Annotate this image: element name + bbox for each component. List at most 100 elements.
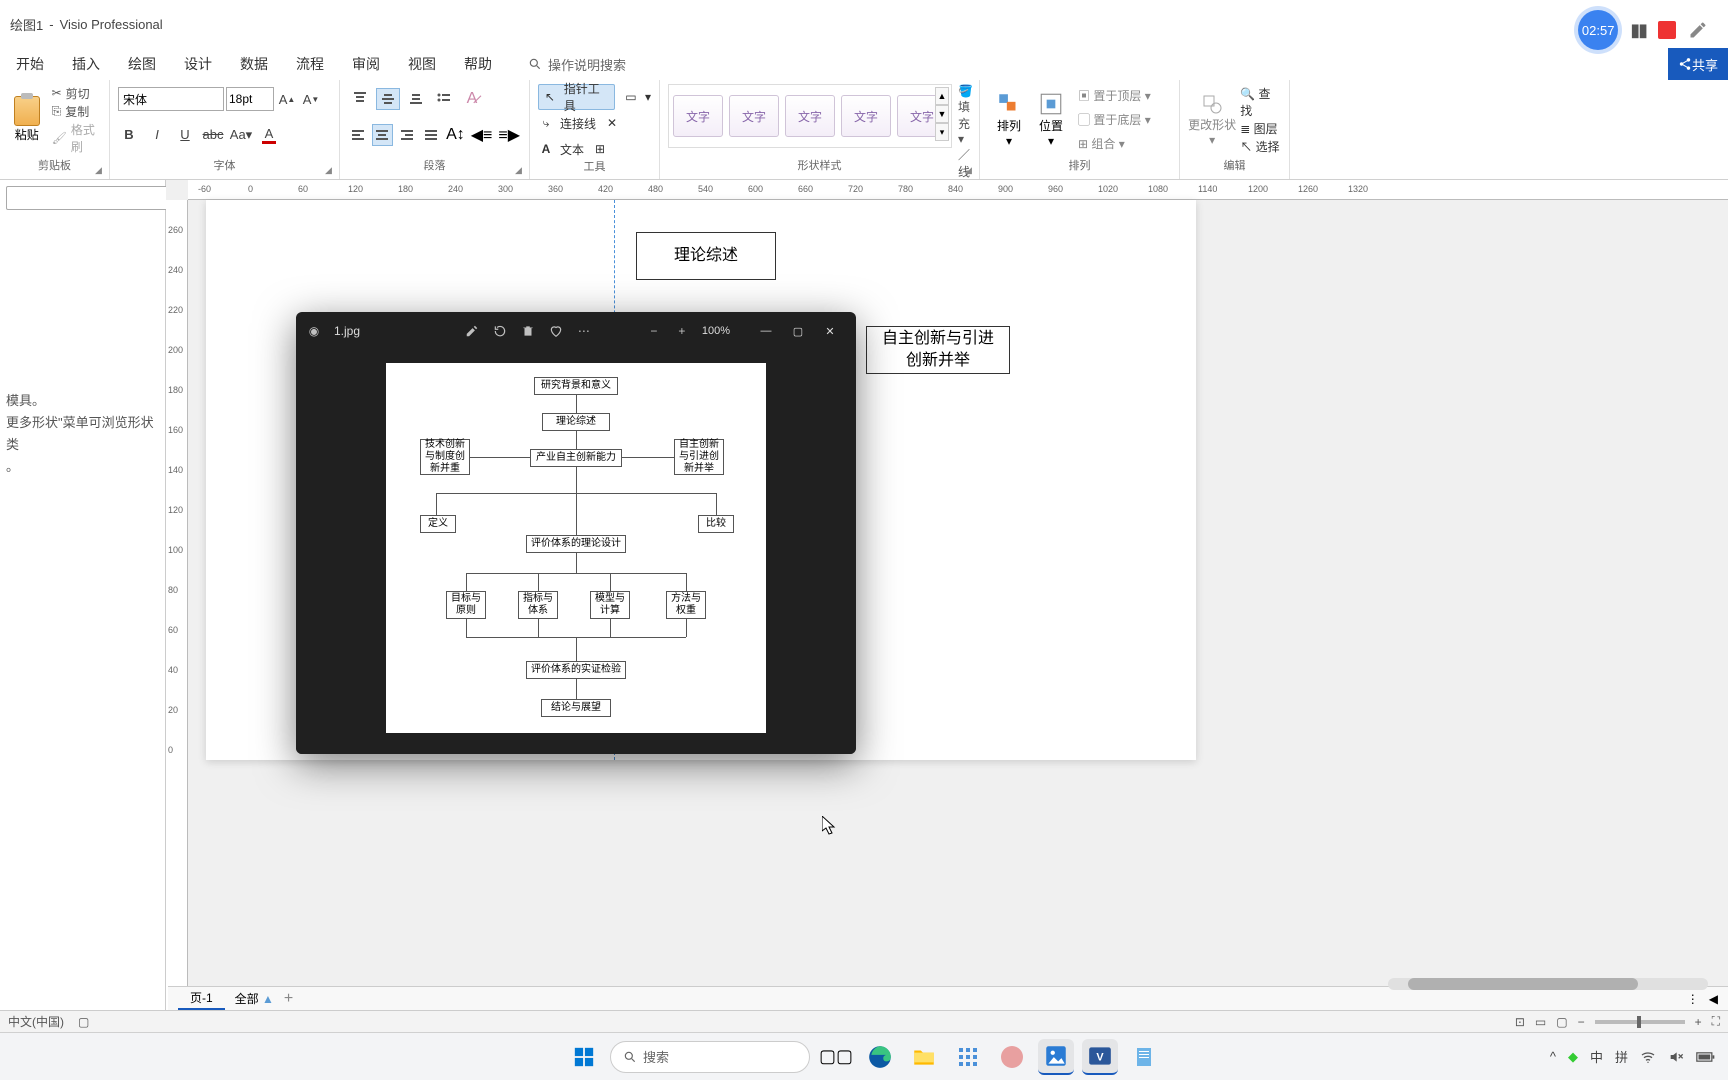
clear-format-button[interactable]: A̷ [460,88,484,110]
align-bottom-button[interactable] [404,88,428,110]
edit-icon[interactable] [464,323,480,339]
battery-icon[interactable] [1696,1051,1716,1063]
zoom-in-button[interactable]: + [1695,1015,1702,1029]
photos-taskbar-icon[interactable] [1038,1039,1074,1075]
maximize-button[interactable]: ▢ [782,317,814,345]
font-name-select[interactable] [118,87,224,111]
tab-view[interactable]: 视图 [396,50,448,78]
photos-titlebar[interactable]: ◉ 1.jpg ⋯ − + 100% — ▢ ✕ [296,312,856,350]
zoom-out-button[interactable]: − [1578,1015,1585,1029]
arrange-button[interactable]: 排列▾ [988,84,1030,155]
shapes-search-input[interactable] [6,186,171,210]
start-button[interactable] [566,1039,602,1075]
align-middle-button[interactable] [376,88,400,110]
justify-button[interactable] [421,124,441,146]
style-thumb[interactable]: 文字 [841,95,891,137]
align-center-button[interactable] [372,124,392,146]
tray-app-icon[interactable]: ◆ [1568,1049,1578,1065]
find-button[interactable]: 🔍 查找 [1240,85,1281,119]
bring-front-button[interactable]: ▣ 置于顶层 ▾ [1078,87,1151,104]
zoom-out-icon[interactable]: − [646,323,662,339]
tray-chevron-icon[interactable]: ^ [1550,1049,1556,1064]
scroll-left-icon[interactable]: ◀ [1709,992,1718,1006]
font-size-select[interactable] [226,87,274,111]
style-thumb[interactable]: 文字 [785,95,835,137]
full-screen-icon[interactable]: ⛶ [1712,1014,1720,1029]
pencil-icon[interactable] [1688,20,1708,40]
strikethrough-button[interactable]: abc [202,124,224,146]
tab-process[interactable]: 流程 [284,50,336,78]
styles-gallery[interactable]: 文字 文字 文字 文字 文字 ▲▼▾ [668,84,952,148]
text-direction-button[interactable]: A↕ [445,124,466,146]
paste-button[interactable]: 粘贴 [8,84,46,155]
fit-width-icon[interactable]: ▭ [1535,1015,1546,1029]
rectangle-tool-button[interactable]: ▭▾ [623,84,651,110]
group-button[interactable]: ⊞ 组合 ▾ [1078,135,1151,152]
italic-button[interactable]: I [146,124,168,146]
font-color-button[interactable]: A [258,124,280,146]
style-thumb[interactable]: 文字 [673,95,723,137]
paragraph-launcher-icon[interactable]: ◢ [515,165,527,177]
tab-insert[interactable]: 插入 [60,50,112,78]
record-macro-icon[interactable]: ▢ [78,1015,89,1029]
gallery-scroll[interactable]: ▲▼▾ [935,87,949,141]
rotate-icon[interactable] [492,323,508,339]
shape-box[interactable]: 理论综述 [636,232,776,280]
close-button[interactable]: ✕ [814,317,846,345]
style-thumb[interactable]: 文字 [729,95,779,137]
volume-icon[interactable] [1668,1049,1684,1065]
tab-help[interactable]: 帮助 [452,50,504,78]
increase-indent-button[interactable]: ≡▶ [497,124,521,146]
notepad-icon[interactable] [1126,1039,1162,1075]
stop-icon[interactable] [1658,21,1676,39]
edge-icon[interactable] [862,1039,898,1075]
add-page-button[interactable]: + [284,990,293,1008]
delete-tool-button[interactable]: ✕ [604,110,620,136]
zoom-in-icon[interactable]: + [674,323,690,339]
decrease-indent-button[interactable]: ◀≡ [470,124,494,146]
app-icon-2[interactable] [994,1039,1030,1075]
fit-page-icon[interactable]: ⊡ [1515,1015,1525,1029]
page-options-icon[interactable]: ⋮ [1687,992,1699,1006]
heart-icon[interactable] [548,323,564,339]
cut-button[interactable]: 剪切 [52,85,101,102]
decrease-font-button[interactable]: A▼ [300,88,322,110]
underline-button[interactable]: U [174,124,196,146]
select-button[interactable]: ↖ 选择 [1240,138,1281,155]
delete-icon[interactable] [520,323,536,339]
share-button[interactable]: 共享 [1668,48,1728,80]
app-icon[interactable] [950,1039,986,1075]
minimize-button[interactable]: — [750,317,782,345]
tab-draw[interactable]: 绘图 [116,50,168,78]
send-back-button[interactable]: ▢ 置于底层 ▾ [1078,111,1151,128]
horizontal-scrollbar[interactable] [1388,978,1708,990]
ime-mode[interactable]: 拼 [1615,1047,1628,1066]
tab-home[interactable]: 开始 [4,50,56,78]
timer-badge[interactable]: 02:57 [1578,10,1618,50]
explorer-icon[interactable] [906,1039,942,1075]
align-left-button[interactable] [348,124,368,146]
position-button[interactable]: 位置▾ [1030,84,1072,155]
tell-me-search[interactable]: 操作说明搜索 [528,55,626,74]
copy-button[interactable]: ⎘复制 [52,103,101,120]
format-painter-button[interactable]: 🖌格式刷 [52,121,101,155]
font-launcher-icon[interactable]: ◢ [325,165,337,177]
photos-window[interactable]: ◉ 1.jpg ⋯ − + 100% — ▢ ✕ 研究背景和意义 理论综述 技术… [296,312,856,754]
change-shape-button[interactable]: 更改形状▾ [1188,84,1236,155]
bullets-button[interactable] [432,88,456,110]
presentation-icon[interactable]: ▢ [1556,1015,1567,1029]
layers-button[interactable]: ≣ 图层 [1240,120,1281,137]
tab-design[interactable]: 设计 [172,50,224,78]
ime-indicator[interactable]: 中 [1590,1047,1603,1066]
clipboard-launcher-icon[interactable]: ◢ [95,165,107,177]
connector-tool-button[interactable]: ⤷连接线 [538,110,596,136]
styles-launcher-icon[interactable]: ◢ [965,165,977,177]
bold-button[interactable]: B [118,124,140,146]
wifi-icon[interactable] [1640,1049,1656,1065]
align-top-button[interactable] [348,88,372,110]
taskbar-search[interactable]: 搜索 [610,1041,810,1073]
tab-review[interactable]: 审阅 [340,50,392,78]
task-view-icon[interactable]: ▢▢ [818,1039,854,1075]
shape-box[interactable]: 自主创新与引进创新并举 [866,326,1010,374]
align-right-button[interactable] [397,124,417,146]
